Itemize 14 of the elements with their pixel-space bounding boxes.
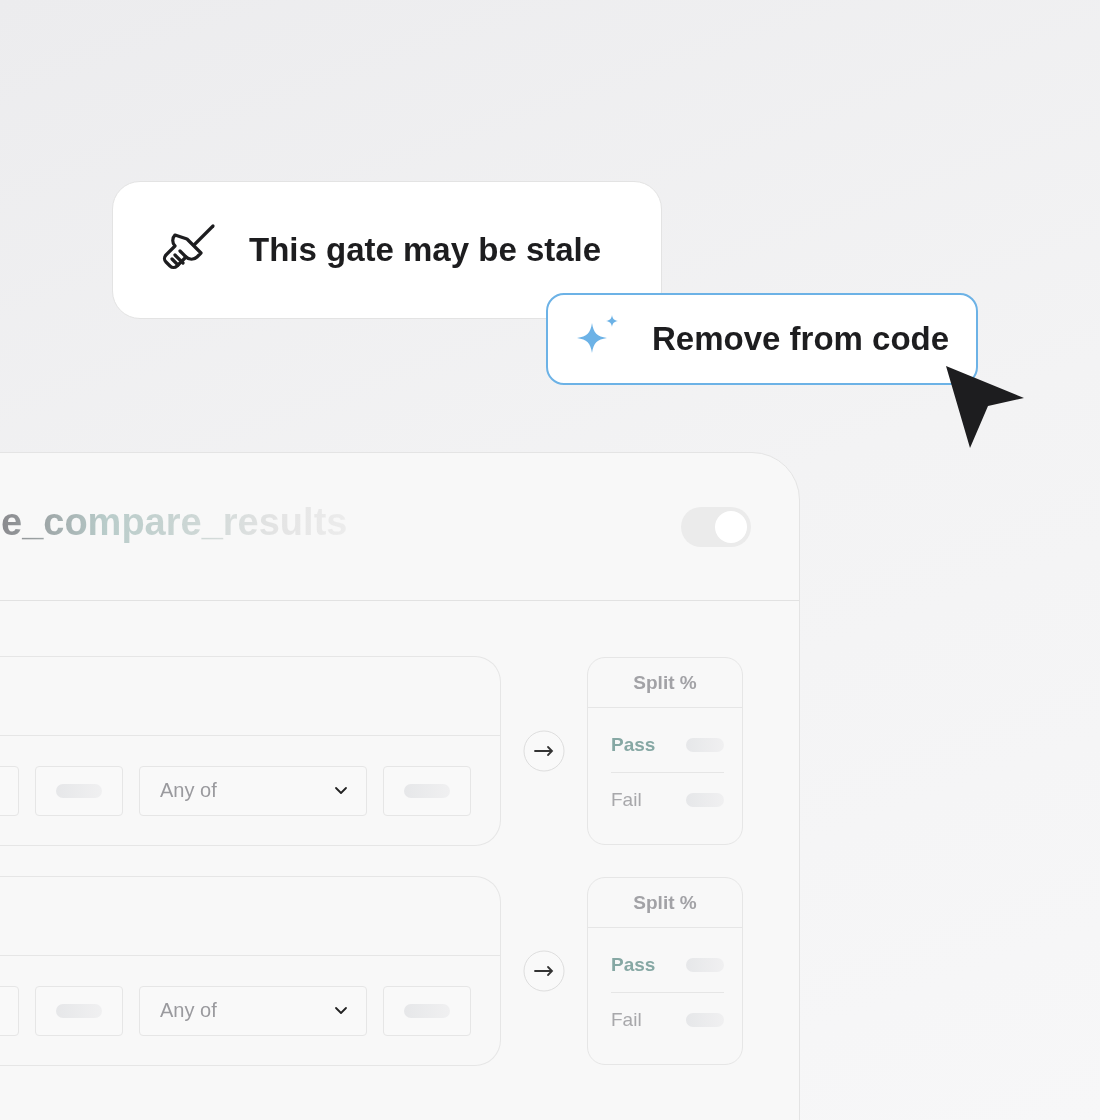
remove-from-code-button[interactable]: Remove from code [546,293,978,385]
chevron-down-icon [334,1006,348,1015]
arrow-right-icon [523,950,565,992]
outcome-label: Fail [611,789,642,811]
split-title: Split % [588,878,742,928]
outcome-label: Pass [611,954,656,976]
chevron-down-icon [334,786,348,795]
arrow-right-icon [523,730,565,772]
split-title: Split % [588,658,742,708]
operator-dropdown[interactable]: Any of [139,985,367,1036]
outcome-label: Pass [611,734,656,756]
operator-dropdown[interactable]: Any of [139,765,367,816]
outcome-label: Fail [611,1009,642,1031]
notice-text: This gate may be stale [249,231,602,269]
